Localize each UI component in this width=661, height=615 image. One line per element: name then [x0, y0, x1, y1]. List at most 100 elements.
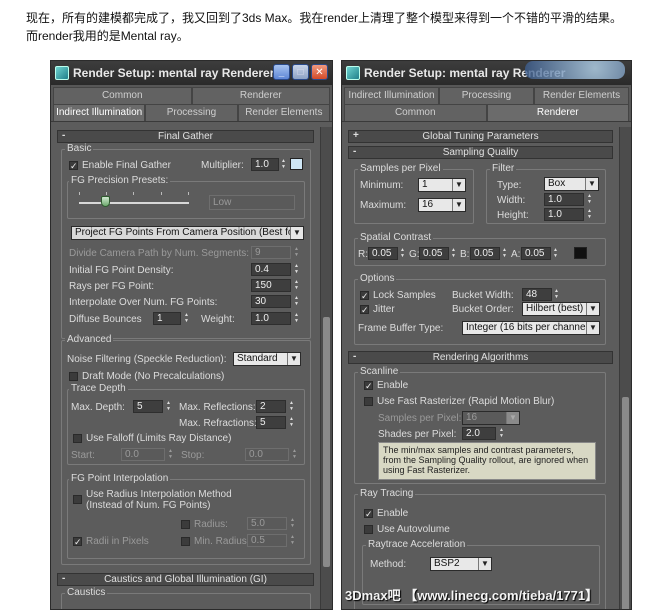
scrollbar[interactable]: [320, 127, 332, 609]
slider-knob-icon[interactable]: [101, 196, 110, 207]
spinner-arrows-icon[interactable]: ▲ ▼: [501, 247, 508, 260]
maximum-dropdown[interactable]: 16 ▼: [418, 198, 466, 212]
spinner-arrows-icon[interactable]: ▲ ▼: [553, 288, 560, 301]
shades-per-pixel-spinner[interactable]: 2.0: [462, 427, 496, 440]
stop-label: Stop:: [181, 450, 205, 461]
rollout-sampling-quality[interactable]: - Sampling Quality: [348, 146, 613, 159]
tab-renderer[interactable]: Renderer: [486, 104, 629, 121]
spinner-arrows-icon[interactable]: ▲ ▼: [293, 279, 300, 292]
multiplier-spinner[interactable]: 1.0: [251, 158, 279, 171]
filter-height-spinner[interactable]: 1.0: [544, 208, 584, 221]
samples-per-pixel-dropdown: 16 ▼: [462, 411, 520, 425]
tab-render-elements[interactable]: Render Elements: [534, 87, 629, 104]
max-reflections-spinner[interactable]: 2: [256, 400, 286, 413]
bucket-width-spinner[interactable]: 48: [522, 288, 552, 301]
density-spinner[interactable]: 0.4: [251, 263, 291, 276]
project-fg-value: Project FG Points From Camera Position (…: [75, 227, 304, 238]
max-depth-spinner[interactable]: 5: [133, 400, 163, 413]
use-falloff-checkbox[interactable]: [73, 434, 82, 443]
minimum-dropdown[interactable]: 1 ▼: [418, 178, 466, 192]
spinner-arrows-icon[interactable]: ▲ ▼: [450, 247, 457, 260]
tab-common[interactable]: Common: [344, 104, 487, 121]
contrast-b-spinner[interactable]: 0.05: [470, 247, 500, 260]
spinner-arrows-icon[interactable]: ▲ ▼: [183, 312, 190, 325]
spinner-arrows-icon[interactable]: ▲ ▼: [586, 193, 593, 206]
spinner-arrows-icon[interactable]: ▲ ▼: [293, 312, 300, 325]
watermark-text: 3Dmax吧 【www.linecg.com/tieba/1771】: [345, 588, 599, 603]
spinner-arrows-icon[interactable]: ▲ ▼: [293, 295, 300, 308]
jitter-checkbox[interactable]: ✓: [360, 305, 369, 315]
raytrace-enable-checkbox[interactable]: ✓: [364, 509, 373, 519]
slider-tick: [188, 192, 189, 195]
rays-spinner[interactable]: 150: [251, 279, 291, 292]
spinner-arrows-icon[interactable]: ▲ ▼: [280, 158, 287, 171]
group-label-spatial-contrast: Spatial Contrast: [358, 232, 434, 243]
fg-precision-slider[interactable]: [79, 202, 189, 204]
lock-samples-checkbox[interactable]: ✓: [360, 291, 369, 301]
spinner-arrows-icon[interactable]: ▲ ▼: [399, 247, 406, 260]
noise-filtering-dropdown[interactable]: Standard ▼: [233, 352, 301, 366]
g-label: G:: [409, 249, 420, 260]
spinner-arrows-icon[interactable]: ▲ ▼: [293, 263, 300, 276]
method-dropdown[interactable]: BSP2 ▼: [430, 557, 492, 571]
radii-in-pixels-checkbox[interactable]: ✓: [73, 537, 82, 547]
noise-filtering-value: Standard: [237, 353, 278, 364]
contrast-g-spinner[interactable]: 0.05: [419, 247, 449, 260]
tab-indirect-illumination[interactable]: Indirect Illumination: [344, 87, 439, 104]
title-bar[interactable]: Render Setup: mental ray Renderer _ □ ✕: [51, 61, 332, 85]
rollout-global-tuning[interactable]: + Global Tuning Parameters: [348, 130, 613, 143]
tab-common[interactable]: Common: [53, 87, 192, 104]
contrast-a-spinner[interactable]: 0.05: [521, 247, 551, 260]
spinner-arrows-icon[interactable]: ▲ ▼: [288, 416, 295, 429]
filter-width-spinner[interactable]: 1.0: [544, 193, 584, 206]
minimize-button[interactable]: _: [273, 64, 290, 80]
scrollbar-thumb[interactable]: [323, 317, 330, 567]
spinner-arrows-icon[interactable]: ▲ ▼: [288, 400, 295, 413]
close-button[interactable]: ✕: [311, 64, 328, 80]
maximize-button[interactable]: □: [292, 64, 309, 80]
weight-spinner[interactable]: 1.0: [251, 312, 291, 325]
diffuse-bounces-spinner[interactable]: 1: [153, 312, 181, 325]
fast-rasterizer-checkbox[interactable]: [364, 397, 373, 406]
tab-render-elements[interactable]: Render Elements: [237, 104, 330, 121]
tab-indirect-illumination[interactable]: Indirect Illumination: [53, 104, 146, 121]
max-refractions-spinner[interactable]: 5: [256, 416, 286, 429]
window-title: Render Setup: mental ray Renderer: [73, 66, 275, 80]
spinner-arrows-icon: ▲ ▼: [290, 534, 295, 546]
interpolate-spinner[interactable]: 30: [251, 295, 291, 308]
rollout-rendering-algorithms[interactable]: - Rendering Algorithms: [348, 351, 613, 364]
contrast-color-swatch[interactable]: [574, 247, 587, 259]
enable-fg-checkbox[interactable]: ✓: [69, 161, 78, 171]
project-fg-dropdown[interactable]: Project FG Points From Camera Position (…: [71, 226, 304, 240]
stop-spinner: 0.0: [245, 448, 289, 461]
scrollbar-thumb[interactable]: [622, 397, 629, 609]
rollout-panel: + Global Tuning Parameters - Sampling Qual…: [342, 127, 619, 609]
radii-in-pixels-label: Radii in Pixels: [86, 536, 149, 547]
spinner-arrows-icon[interactable]: ▲ ▼: [165, 400, 172, 413]
samples-per-pixel-label: Samples per Pixel:: [378, 413, 462, 424]
filter-type-dropdown[interactable]: Box ▼: [544, 177, 599, 191]
spinner-arrows-icon[interactable]: ▲ ▼: [552, 247, 559, 260]
multiplier-color-swatch[interactable]: [290, 158, 303, 170]
scanline-enable-checkbox[interactable]: ✓: [364, 381, 373, 391]
use-radius-checkbox[interactable]: [73, 495, 82, 504]
rollout-final-gather[interactable]: - Final Gather: [57, 130, 314, 143]
tab-processing[interactable]: Processing: [439, 87, 534, 104]
scrollbar[interactable]: [619, 127, 631, 609]
render-setup-window-left: Render Setup: mental ray Renderer _ □ ✕ …: [50, 60, 333, 610]
autovolume-label: Use Autovolume: [377, 524, 450, 535]
spinner-arrows-icon[interactable]: ▲ ▼: [586, 208, 593, 221]
bucket-order-dropdown[interactable]: Hilbert (best) ▼: [522, 302, 600, 316]
spinner-arrows-icon[interactable]: ▲ ▼: [498, 427, 505, 440]
min-radius-checkbox[interactable]: [181, 537, 190, 546]
contrast-r-spinner[interactable]: 0.05: [368, 247, 398, 260]
chevron-down-icon: ▼: [506, 412, 519, 424]
radius-checkbox[interactable]: [181, 520, 190, 529]
autovolume-checkbox[interactable]: [364, 525, 373, 534]
tab-renderer[interactable]: Renderer: [191, 87, 330, 104]
tab-processing[interactable]: Processing: [145, 104, 238, 121]
frame-buffer-dropdown[interactable]: Integer (16 bits per channel) ▼: [462, 321, 600, 335]
draft-mode-checkbox[interactable]: [69, 372, 78, 381]
rollout-caustics-gi[interactable]: - Caustics and Global Illumination (GI): [57, 573, 314, 586]
chevron-down-icon: ▼: [586, 322, 599, 334]
